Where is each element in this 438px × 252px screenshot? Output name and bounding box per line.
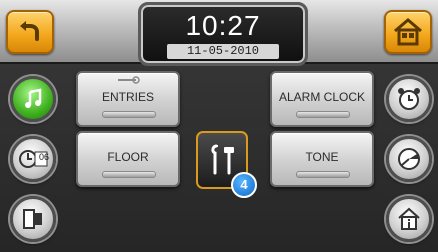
tone-button[interactable]: TONE — [270, 131, 374, 187]
door-intercom-icon — [23, 209, 42, 229]
intercom-button[interactable] — [10, 196, 56, 242]
music-button[interactable] — [10, 76, 56, 122]
calendar-day-text: 06 — [39, 152, 50, 162]
volume-button[interactable] — [386, 136, 432, 182]
indicator-bar — [102, 111, 156, 118]
alarm-clock-button[interactable]: ALARM CLOCK — [270, 71, 374, 127]
entries-label: ENTRIES — [101, 90, 154, 104]
notification-badge: 4 — [231, 172, 257, 198]
clock-calendar-button[interactable]: 06 — [10, 136, 56, 182]
top-bar: 10:27 11-05-2010 — [0, 0, 438, 66]
tone-label: TONE — [305, 150, 339, 164]
alarm-button[interactable] — [386, 76, 432, 122]
volume-dial-icon — [398, 148, 420, 170]
alarm-clock-icon — [398, 88, 420, 110]
entries-button[interactable]: ENTRIES — [76, 71, 180, 127]
clock-display: 10:27 11-05-2010 — [138, 2, 308, 66]
back-arrow-icon — [20, 21, 39, 41]
home-info-icon — [398, 207, 420, 230]
home-info-button[interactable] — [386, 196, 432, 242]
indicator-bar — [296, 171, 350, 178]
home-button[interactable] — [384, 10, 432, 54]
home-icon — [394, 18, 422, 46]
floor-button[interactable]: FLOOR — [76, 131, 180, 187]
date-text: 11-05-2010 — [167, 44, 279, 59]
device-screen: 10:27 11-05-2010 06 ENTRIES FLOOR ALARM … — [0, 0, 438, 252]
wrench-icon — [118, 76, 140, 84]
floor-label: FLOOR — [107, 150, 149, 164]
indicator-bar — [102, 171, 156, 178]
alarm-clock-label: ALARM CLOCK — [278, 90, 366, 104]
tools-icon — [211, 144, 234, 175]
time-text: 10:27 — [185, 10, 261, 41]
indicator-bar — [296, 111, 350, 118]
music-note-icon — [25, 88, 42, 108]
back-button[interactable] — [6, 10, 54, 54]
